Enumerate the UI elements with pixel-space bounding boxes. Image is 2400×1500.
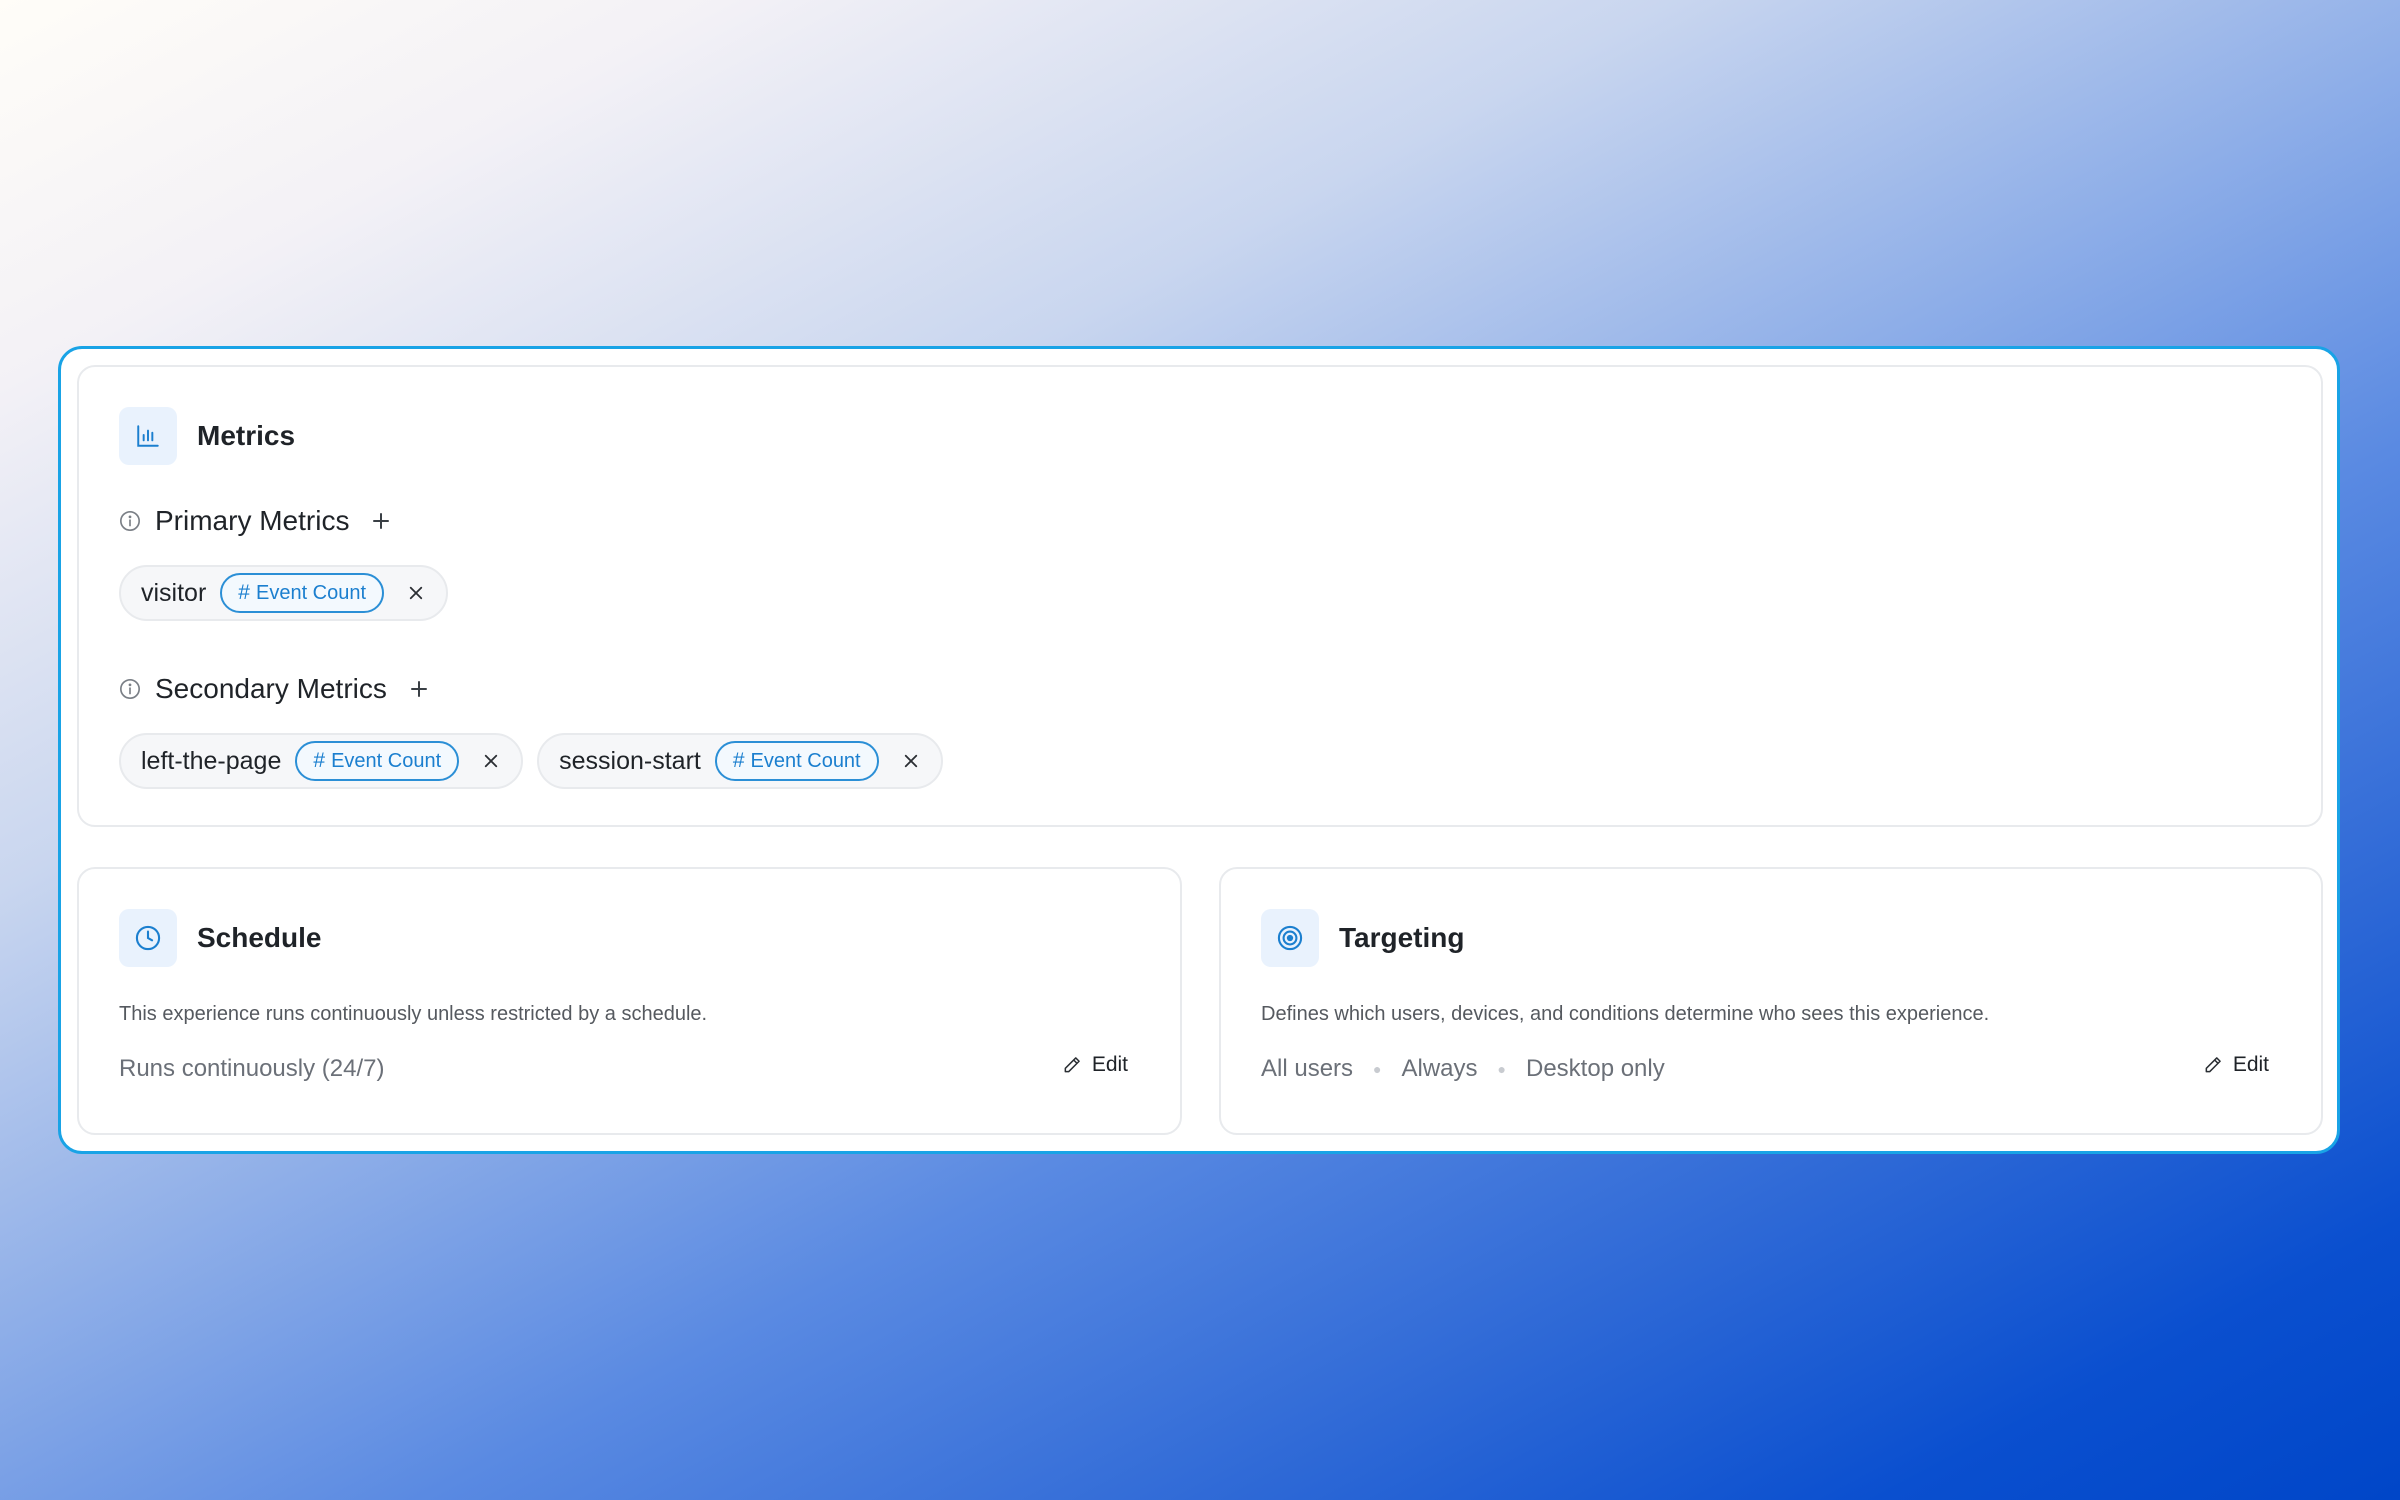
metrics-title: Metrics	[197, 420, 296, 451]
hash-icon: #	[732, 749, 745, 772]
metric-type-badge[interactable]: # Event Count	[714, 741, 879, 781]
metric-type-label: Event Count	[331, 749, 442, 772]
metric-chip-left-the-page[interactable]: left-the-page # Event Count	[119, 733, 524, 789]
secondary-metrics-list: left-the-page # Event Count session-star…	[119, 733, 943, 789]
close-icon	[409, 586, 423, 600]
add-primary-metric-button[interactable]	[369, 509, 393, 533]
add-secondary-metric-button[interactable]	[407, 677, 431, 701]
secondary-metrics-label: Secondary Metrics	[155, 673, 387, 704]
pencil-icon	[1064, 1057, 1080, 1073]
secondary-metrics-heading: Secondary Metrics	[119, 673, 431, 705]
metric-name: left-the-page	[141, 746, 282, 775]
metric-type-label: Event Count	[750, 749, 861, 772]
edit-targeting-button[interactable]: Edit	[2203, 1053, 2269, 1077]
close-icon	[484, 754, 498, 768]
targeting-description: Defines which users, devices, and condit…	[1261, 1003, 1990, 1025]
targeting-conditions: All users ● Always ● Desktop only	[1261, 1055, 1665, 1083]
schedule-status: Runs continuously (24/7)	[119, 1055, 384, 1083]
primary-metrics-list: visitor # Event Count	[119, 565, 449, 621]
schedule-status-text: Runs continuously (24/7)	[119, 1055, 385, 1082]
hash-icon: #	[238, 581, 250, 604]
condition-audience: All users	[1261, 1055, 1354, 1082]
schedule-title: Schedule	[197, 922, 322, 953]
remove-metric-button[interactable]	[402, 579, 430, 607]
schedule-header: Schedule	[119, 909, 321, 967]
hash-icon: #	[313, 749, 326, 772]
condition-device: Desktop only	[1526, 1055, 1665, 1082]
separator-dot: ●	[1497, 1061, 1506, 1077]
remove-metric-button[interactable]	[477, 747, 505, 775]
edit-label: Edit	[2232, 1053, 2269, 1076]
metric-type-badge[interactable]: # Event Count	[295, 741, 460, 781]
metric-type-badge[interactable]: # Event Count	[220, 573, 385, 613]
condition-timing: Always	[1401, 1055, 1478, 1082]
targeting-header: Targeting	[1261, 909, 1464, 967]
pencil-icon	[2205, 1057, 2221, 1073]
bar-chart-icon	[119, 407, 177, 465]
info-icon[interactable]	[119, 510, 141, 532]
close-icon	[904, 754, 917, 768]
experience-summary-panel: Metrics Primary Metrics visitor # Event …	[58, 346, 2340, 1154]
metric-name: visitor	[141, 578, 207, 607]
target-icon	[1261, 909, 1319, 967]
primary-metrics-label: Primary Metrics	[155, 505, 350, 536]
separator-dot: ●	[1373, 1061, 1382, 1077]
primary-metrics-heading: Primary Metrics	[119, 505, 393, 537]
metric-name: session-start	[559, 746, 701, 775]
clock-icon	[119, 909, 177, 967]
metrics-card: Metrics Primary Metrics visitor # Event …	[77, 365, 2323, 827]
schedule-description: This experience runs continuously unless…	[119, 1003, 708, 1025]
metric-chip-visitor[interactable]: visitor # Event Count	[119, 565, 449, 621]
remove-metric-button[interactable]	[897, 747, 925, 775]
info-icon[interactable]	[119, 678, 141, 700]
metric-type-label: Event Count	[255, 581, 367, 604]
metric-chip-session-start[interactable]: session-start # Event Count	[537, 733, 943, 789]
edit-label: Edit	[1091, 1053, 1128, 1076]
targeting-title: Targeting	[1339, 922, 1465, 953]
edit-schedule-button[interactable]: Edit	[1062, 1053, 1128, 1077]
metrics-header: Metrics	[119, 407, 295, 465]
schedule-card: Schedule This experience runs continuous…	[77, 867, 1182, 1135]
targeting-card: Targeting Defines which users, devices, …	[1219, 867, 2323, 1135]
